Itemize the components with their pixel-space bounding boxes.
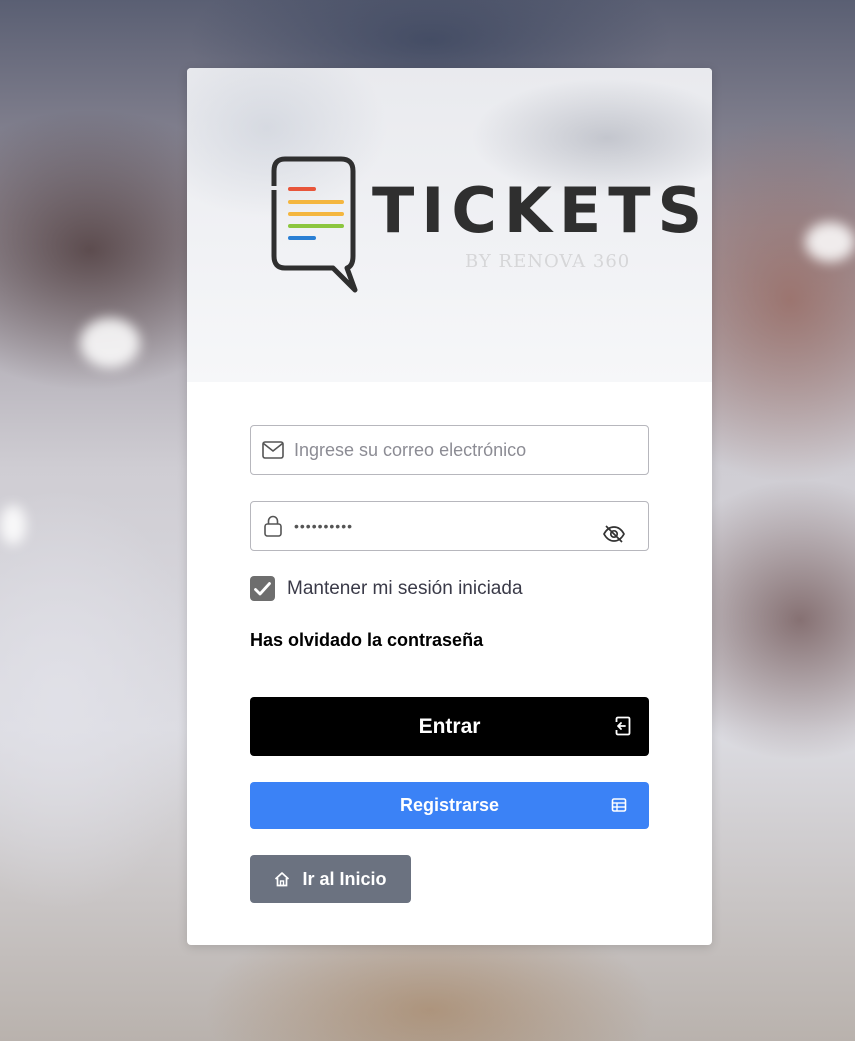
remember-checkbox[interactable] [250,576,275,601]
mail-icon [261,438,285,462]
email-input[interactable] [294,439,648,461]
background-light [80,318,140,368]
remember-me: Mantener mi sesión iniciada [250,576,523,601]
go-home-button[interactable]: Ir al Inicio [250,855,411,903]
background-light [0,505,26,545]
card-header-banner: TICKETS BY RENOVA 360 [187,68,712,382]
password-field[interactable] [250,501,649,551]
forgot-password-link[interactable]: Has olvidado la contraseña [250,630,483,651]
login-card: TICKETS BY RENOVA 360 Mantener mi sesión… [187,68,712,945]
sign-in-icon [613,716,631,742]
home-icon [274,871,290,887]
register-button-label: Registrarse [399,795,500,815]
lock-icon [261,514,285,538]
login-button[interactable]: Entrar [250,697,649,756]
password-input[interactable] [294,518,648,534]
eye-off-icon[interactable] [602,522,626,546]
check-icon [254,581,271,595]
background-light [805,222,855,262]
chat-bubble-logo-icon [271,156,358,293]
register-icon [611,797,627,818]
brand-name: TICKETS [372,174,710,247]
register-button[interactable]: Registrarse [250,782,649,829]
login-button-label: Entrar [418,714,481,738]
brand-tagline: BY RENOVA 360 [465,251,631,272]
go-home-label: Ir al Inicio [302,868,387,889]
remember-label: Mantener mi sesión iniciada [287,577,523,599]
email-field[interactable] [250,425,649,475]
